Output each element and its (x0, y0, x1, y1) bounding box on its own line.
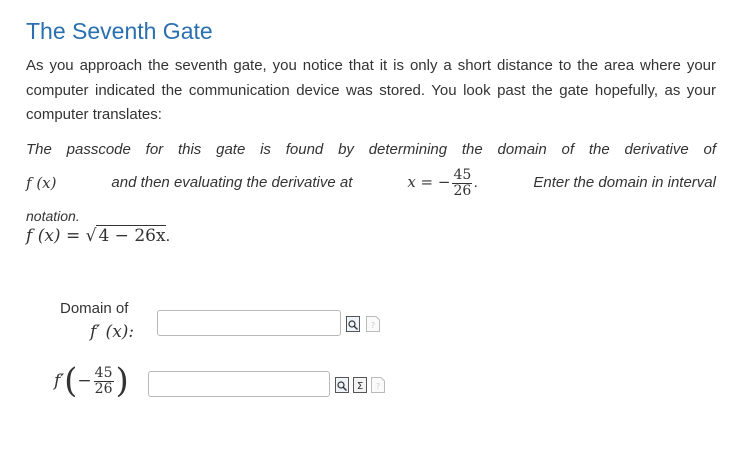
domain-label: Domain of (60, 300, 129, 317)
derivative-answer-input[interactable] (148, 371, 330, 397)
x-value-expression: x = −45 26. (407, 167, 478, 199)
function-end: . (165, 226, 171, 245)
task-line-1: The passcode for this gate is found by d… (26, 135, 716, 165)
task-part3: Enter the domain in interval (533, 174, 716, 191)
eval-numerator: 45 (93, 364, 114, 382)
x-equals: x = − (407, 173, 451, 192)
task-instructions: The passcode for this gate is found by d… (26, 135, 716, 231)
sqrt-symbol: √ (85, 226, 97, 246)
domain-label-fprime: f′ (x): (90, 322, 135, 342)
equation-editor-icon[interactable]: Σ (353, 377, 367, 393)
task-line-2: f (x) and then evaluating the derivative… (26, 165, 716, 201)
task-part1: The passcode for this gate is found by d… (26, 141, 716, 158)
svg-text:Σ: Σ (357, 381, 363, 392)
x-denominator: 26 (453, 182, 472, 199)
page-title: The Seventh Gate (26, 18, 213, 44)
svg-text:?: ? (371, 321, 375, 330)
domain-answer-input[interactable] (157, 310, 341, 336)
derivative-eval-label: f′ ( − 45 26 ) (54, 364, 129, 398)
svg-text:?: ? (376, 382, 380, 391)
minus-sign: − (77, 371, 92, 391)
x-period: . (474, 174, 479, 192)
x-fraction: 45 26 (452, 166, 473, 199)
f-of-x: f (x) (26, 174, 57, 192)
story-paragraph: As you approach the seventh gate, you no… (26, 57, 716, 123)
task-part2: and then evaluating the derivative at (111, 174, 353, 191)
function-lhs: f (x) = (26, 226, 86, 246)
x-numerator: 45 (452, 166, 473, 184)
preview-icon[interactable] (335, 377, 349, 393)
fprime-symbol: f′ (54, 371, 65, 391)
help-icon[interactable]: ? (371, 377, 385, 393)
help-icon[interactable]: ? (366, 316, 380, 332)
radicand: 4 − 26x (96, 225, 166, 246)
open-paren: ( (64, 361, 78, 401)
eval-fraction: 45 26 (93, 364, 114, 397)
eval-denominator: 26 (94, 380, 113, 397)
close-paren: ) (115, 361, 129, 401)
function-definition: f (x) = √ 4 − 26x. (26, 225, 171, 246)
preview-icon[interactable] (346, 316, 360, 332)
